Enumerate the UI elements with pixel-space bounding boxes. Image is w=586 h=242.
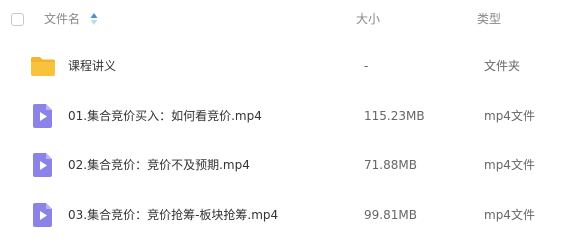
column-header-size[interactable]: 大小 [356, 11, 380, 27]
file-size: 115.23MB [364, 109, 425, 123]
file-list: 文件名 大小 类型 课程讲义 - 文件夹 01.集合竞价买入：如何看竞价.mp4… [0, 0, 586, 242]
folder-icon [31, 57, 55, 76]
file-size: 99.81MB [364, 208, 417, 222]
video-file-icon [33, 203, 52, 227]
file-name[interactable]: 03.集合竞价：竞价抢筹-板块抢筹.mp4 [68, 206, 278, 224]
column-header-type[interactable]: 类型 [477, 11, 501, 27]
file-list-header: 文件名 大小 类型 [0, 0, 586, 40]
select-all-checkbox[interactable] [11, 13, 24, 26]
video-file-icon [33, 104, 52, 128]
file-name[interactable]: 02.集合竞价：竞价不及预期.mp4 [68, 156, 250, 174]
file-size: 71.88MB [364, 158, 417, 172]
file-size: - [364, 59, 369, 73]
video-file-icon [33, 153, 52, 177]
column-header-name[interactable]: 文件名 [44, 11, 80, 27]
file-name[interactable]: 01.集合竞价买入：如何看竞价.mp4 [68, 107, 262, 125]
file-type: 文件夹 [484, 59, 521, 73]
file-row-video[interactable]: 02.集合竞价：竞价不及预期.mp4 71.88MB mp4文件 [0, 142, 586, 188]
file-type: mp4文件 [484, 109, 535, 123]
file-name[interactable]: 课程讲义 [68, 57, 116, 75]
sort-icon[interactable] [90, 12, 98, 26]
file-type: mp4文件 [484, 208, 535, 222]
file-row-folder[interactable]: 课程讲义 - 文件夹 [0, 43, 586, 89]
file-row-video[interactable]: 03.集合竞价：竞价抢筹-板块抢筹.mp4 99.81MB mp4文件 [0, 192, 586, 238]
file-row-video[interactable]: 01.集合竞价买入：如何看竞价.mp4 115.23MB mp4文件 [0, 93, 586, 139]
file-type: mp4文件 [484, 158, 535, 172]
